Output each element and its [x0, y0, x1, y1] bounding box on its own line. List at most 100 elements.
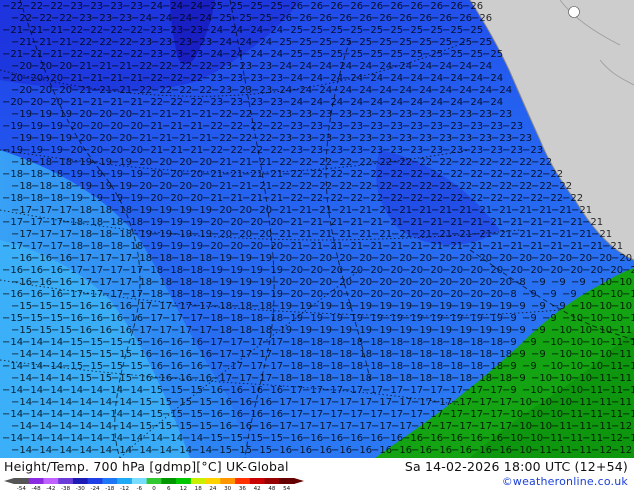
contour-value-label: −25	[471, 37, 492, 48]
contour-value-label: −23	[182, 25, 203, 36]
contour-value-label: −23	[331, 133, 352, 144]
colorbar-tick-label: 6	[167, 486, 171, 490]
contour-value-label: −10	[531, 397, 552, 408]
contour-value-label: −24	[282, 97, 303, 108]
contour-value-label: −14	[42, 385, 63, 396]
contour-value-label: −17	[302, 409, 323, 420]
contour-value-label: −14	[82, 409, 103, 420]
contour-value-label: −21	[182, 145, 203, 156]
contour-value-label: −21	[462, 217, 483, 228]
contour-value-label: −15	[231, 445, 252, 456]
colorbar-tick-label: -30	[76, 486, 86, 490]
contour-value-label: −22	[322, 193, 343, 204]
contour-value-label: −20	[282, 289, 303, 300]
contour-value-label: −21	[602, 241, 623, 252]
contour-value-label: −21	[431, 229, 452, 240]
contour-value-label: −21	[91, 61, 112, 72]
contour-value-label: −9	[551, 277, 566, 288]
contour-value-label: −25	[422, 25, 443, 36]
contour-value-label: −21	[411, 229, 432, 240]
contour-value-label: −10	[582, 337, 603, 348]
contour-value-label: −21	[422, 217, 443, 228]
contour-value-label: −16	[482, 433, 503, 444]
contour-value-label: −14	[2, 337, 23, 348]
contour-value-label: −20	[471, 253, 492, 264]
contour-value-label: −22	[222, 121, 243, 132]
contour-value-label: −21	[542, 217, 563, 228]
contour-value-label: −21	[262, 169, 283, 180]
contour-value-label: −24	[391, 85, 412, 96]
contour-value-label: −12	[611, 421, 632, 432]
contour-value-label: −18	[131, 253, 152, 264]
contour-value-label: −22	[211, 133, 232, 144]
contour-value-label: −20	[202, 241, 223, 252]
contour-value-label: −22	[131, 85, 152, 96]
colorbar-swatch	[146, 478, 162, 484]
contour-value-label: −18	[82, 241, 103, 252]
contour-value-label: −11	[602, 385, 623, 396]
contour-value-label: −19	[471, 301, 492, 312]
contour-value-label: −16	[111, 301, 132, 312]
contour-value-label: −22	[262, 121, 283, 132]
contour-value-label: −23	[342, 121, 363, 132]
colorbar-tick-label: 18	[195, 486, 203, 490]
contour-value-label: −16	[351, 445, 372, 456]
contour-value-label: −22	[342, 169, 363, 180]
contour-value-label: −25	[322, 25, 343, 36]
contour-value-label: −18	[191, 277, 212, 288]
colorbar-tick-label: -48	[32, 486, 42, 490]
contour-value-label: −22	[182, 73, 203, 84]
contour-value-label: −18	[471, 373, 492, 384]
contour-value-label: −22	[302, 169, 323, 180]
contour-value-label: −20	[191, 181, 212, 192]
contour-value-label: −17	[102, 265, 123, 276]
contour-value-label: −26	[322, 1, 343, 12]
contour-value-label: −14	[2, 361, 23, 372]
contour-value-label: −19	[71, 157, 92, 168]
contour-value-label: −19	[131, 205, 152, 216]
contour-value-label: −18	[291, 373, 312, 384]
contour-value-label: −19	[451, 325, 472, 336]
contour-value-label: −11	[571, 421, 592, 432]
contour-value-label: −10	[562, 313, 583, 324]
contour-value-label: −21	[291, 229, 312, 240]
contour-value-label: −10	[591, 277, 612, 288]
contour-value-label: −17	[282, 409, 303, 420]
contour-value-label: −24	[322, 73, 343, 84]
colorbar-swatch	[220, 478, 236, 484]
contour-value-label: −18	[231, 325, 252, 336]
contour-value-label: −19	[122, 169, 143, 180]
contour-value-label: −18	[422, 361, 443, 372]
contour-value-label: −17	[491, 421, 512, 432]
contour-value-label: −11	[602, 409, 623, 420]
contour-value-label: −14	[11, 349, 32, 360]
contour-value-label: −25	[202, 1, 223, 12]
contour-value-label: −20	[311, 277, 332, 288]
credit-link[interactable]: ©weatheronline.co.uk	[502, 475, 628, 488]
contour-value-label: −17	[82, 265, 103, 276]
contour-value-label: −20	[142, 193, 163, 204]
contour-value-label: −17	[182, 313, 203, 324]
contour-value-label: −23	[122, 1, 143, 12]
contour-value-label: −22	[431, 157, 452, 168]
contour-value-label: −26	[462, 1, 483, 12]
contour-value-label: −23	[162, 49, 183, 60]
contour-value-label: −9	[511, 325, 526, 336]
contour-value-label: −25	[242, 1, 263, 12]
contour-value-label: −14	[11, 397, 32, 408]
contour-value-label: −14	[131, 445, 152, 456]
contour-value-label: −14	[82, 433, 103, 444]
contour-value-label: −19	[31, 133, 52, 144]
contour-value-label: −20	[302, 265, 323, 276]
contour-value-label: −20	[551, 253, 572, 264]
contour-value-label: −24	[291, 61, 312, 72]
contour-value-label: −25	[342, 49, 363, 60]
contour-value-label: −21	[191, 109, 212, 120]
contour-value-label: −19	[411, 325, 432, 336]
contour-value-label: −11	[622, 361, 634, 372]
contour-value-label: −21	[482, 217, 503, 228]
contour-value-label: −20	[402, 265, 423, 276]
contour-value-label: −21	[231, 157, 252, 168]
contour-value-label: −16	[291, 445, 312, 456]
contour-value-label: −17	[91, 253, 112, 264]
